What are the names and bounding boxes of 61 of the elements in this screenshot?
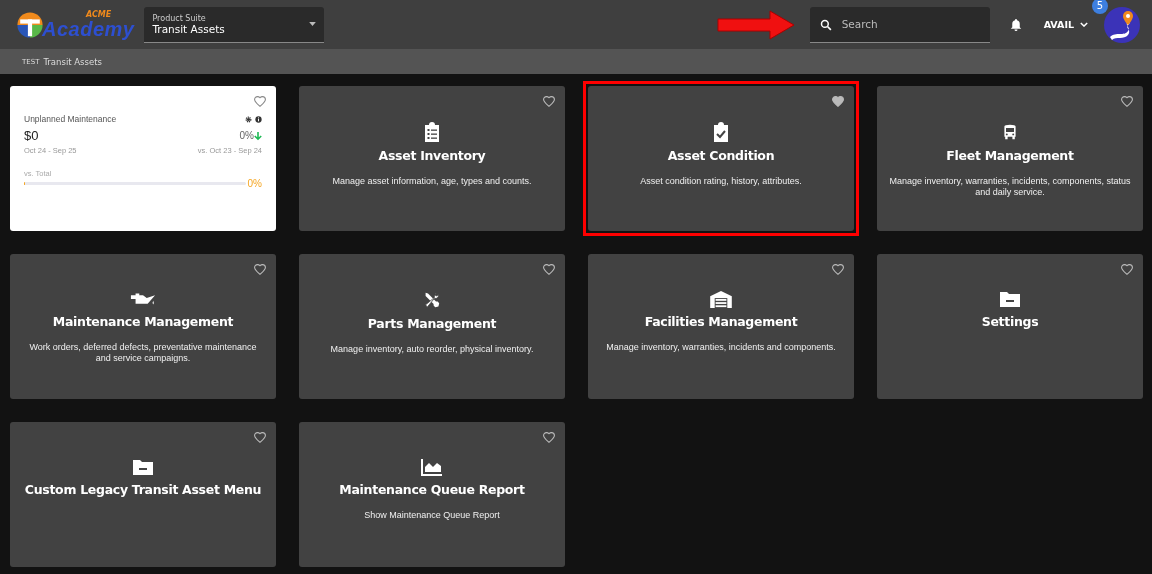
info-icon[interactable] [255,115,262,123]
module-tile[interactable]: Asset Inventory Manage asset information, age, types and counts. [299,86,565,231]
area-chart-icon [419,458,445,476]
tile-description: Manage asset information, age, types and counts. [332,176,532,188]
notification-badge: 5 [1092,0,1108,14]
favorite-heart-icon[interactable] [542,263,556,276]
wrench-screwdriver-icon [424,290,440,310]
favorite-heart-icon[interactable] [253,95,267,108]
folder-icon [130,458,156,476]
tile-description: Manage inventory, warranties, incidents, components, status and daily service. [889,176,1131,199]
favorite-heart-icon[interactable] [253,263,267,276]
clipboard-check-icon [713,122,729,142]
module-tile[interactable]: Fleet Management Manage inventory, warranties, incidents, components, status and daily service. [877,86,1143,231]
tile-title: Fleet Management [946,148,1074,163]
tile-description: Asset condition rating, history, attributes. [640,176,802,188]
notification-bell-icon[interactable] [1009,17,1022,32]
kpi-value: $0 [24,128,39,143]
folder-icon [997,290,1023,308]
tile-title: Maintenance Queue Report [339,482,525,497]
module-tile[interactable]: Settings [877,254,1143,399]
arrow-down-icon [254,130,262,141]
module-tile[interactable]: Facilities Management Manage inventory, warranties, incidents and components. [588,254,854,399]
tile-description: Manage inventory, warranties, incidents and components. [606,342,836,354]
favorite-heart-icon[interactable] [253,431,267,444]
warehouse-icon [708,290,734,308]
tile-title: Facilities Management [644,314,798,329]
module-tile[interactable]: Custom Legacy Transit Asset Menu [10,422,276,567]
favorite-heart-icon[interactable] [542,431,556,444]
kpi-title: Unplanned Maintenance [24,114,117,124]
module-tile[interactable]: Parts Management Manage inventory, auto reorder, physical inventory. [299,254,565,399]
user-menu[interactable]: AVAIL [1043,19,1088,30]
tile-description: Show Maintenance Queue Report [364,510,500,522]
product-suite-select[interactable]: Product Suite Transit Assets [144,6,325,43]
tile-title: Parts Management [367,316,497,331]
dropdown-caret-icon [309,22,317,26]
tile-description: Work orders, deferred defects, preventative maintenance and service campaigns. [28,342,258,365]
bus-icon [1002,122,1018,142]
module-tile[interactable]: Maintenance Management Work orders, deferred defects, preventative maintenance and service campaigns. [10,254,276,399]
tile-title: Custom Legacy Transit Asset Menu [24,482,262,497]
logo-icon [16,10,44,39]
search-field[interactable]: Search [809,6,990,43]
favorite-heart-icon[interactable] [831,263,845,276]
breadcrumb-item[interactable]: Transit Assets [43,56,102,67]
module-tile[interactable]: Maintenance Queue Report Show Maintenance Queue Report [299,422,565,567]
favorite-heart-icon[interactable] [1120,95,1134,108]
tile-title: Maintenance Management [52,314,234,329]
logo-acme: ACME [86,10,113,19]
clipboard-list-icon [424,122,440,142]
favorite-heart-icon[interactable] [1120,263,1134,276]
favorite-heart-icon[interactable] [831,95,845,108]
app-avatar-icon[interactable] [1104,6,1140,43]
tile-title: Asset Inventory [378,148,486,163]
search-icon [819,18,832,31]
chevron-down-icon [1080,22,1088,27]
change-percent: 0% [239,130,254,141]
favorite-heart-icon[interactable] [542,95,556,108]
tile-description: Manage inventory, auto reorder, physical inventory. [330,344,534,356]
progress-reading: 0% [247,178,262,189]
tile-title: Asset Condition [667,148,775,163]
tile-title: Settings [981,314,1039,329]
logo-academy: Academy [42,18,135,39]
